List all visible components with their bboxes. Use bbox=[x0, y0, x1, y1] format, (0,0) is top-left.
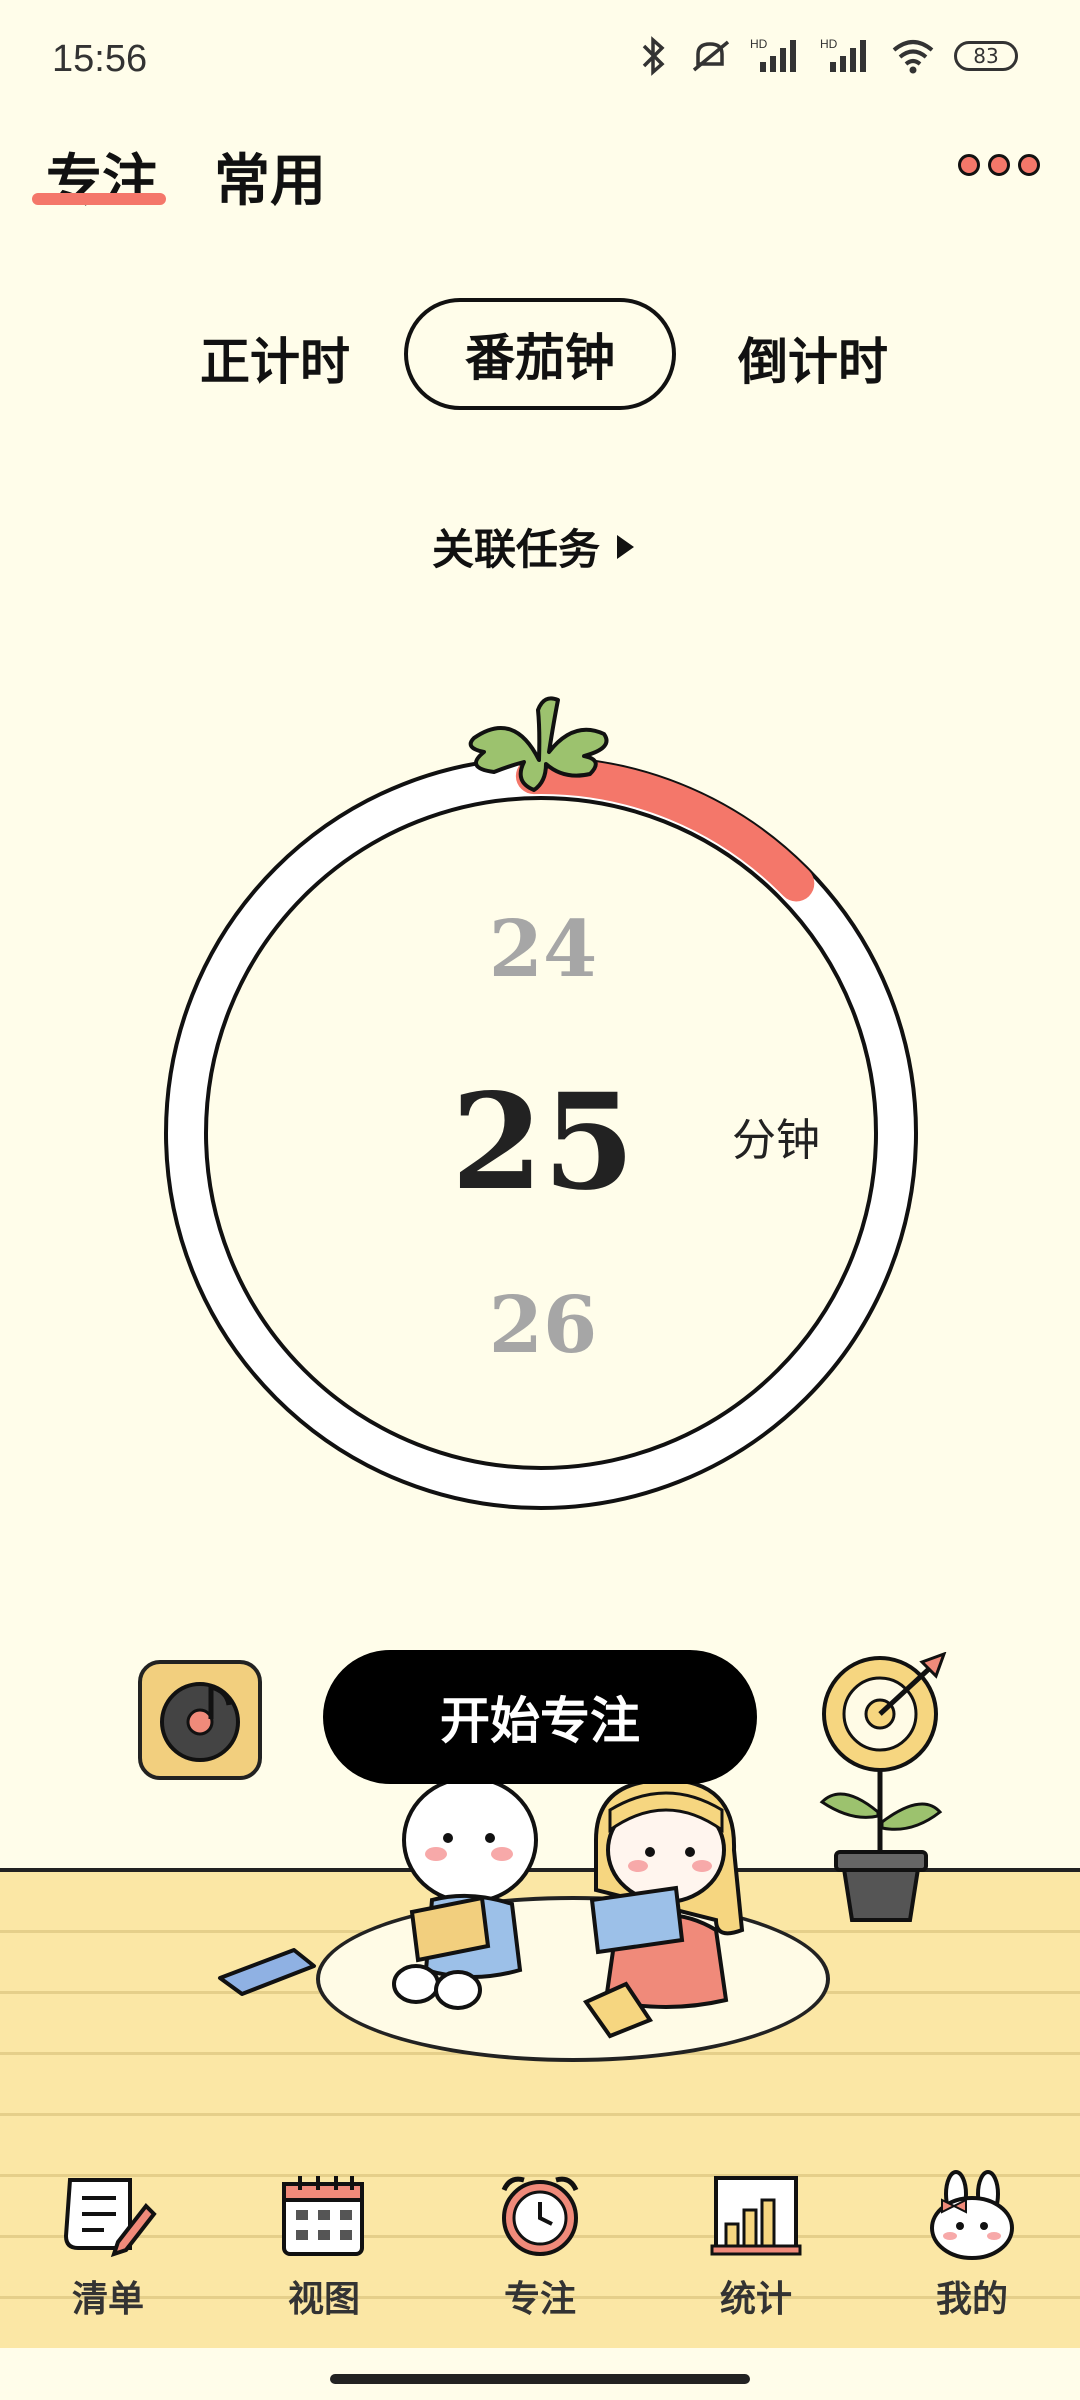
more-dot-icon bbox=[1018, 154, 1040, 176]
more-dot-icon bbox=[958, 154, 980, 176]
nav-label-list: 清单 bbox=[71, 2278, 144, 2320]
tab-common[interactable]: 常用 bbox=[214, 136, 326, 217]
nav-item-stats[interactable]: 统计 bbox=[666, 2170, 846, 2350]
checklist-icon bbox=[63, 2178, 157, 2258]
character-reading-icon bbox=[392, 1776, 538, 2010]
more-dot-icon bbox=[988, 154, 1010, 176]
mode-countdown[interactable]: 倒计时 bbox=[738, 322, 888, 394]
timer-value: 25 bbox=[451, 1065, 635, 1220]
calendar-icon bbox=[282, 2176, 364, 2256]
signal-icon: HD bbox=[750, 37, 796, 72]
bar-chart-icon bbox=[710, 2176, 802, 2256]
battery-indicator: 83 bbox=[954, 41, 1018, 71]
mode-pomodoro-label: 番茄钟 bbox=[465, 328, 615, 387]
active-tab-underline bbox=[32, 193, 166, 205]
book-icon bbox=[218, 1948, 316, 1996]
start-focus-button[interactable]: 开始专注 bbox=[323, 1650, 757, 1784]
timer-prev-value: 24 bbox=[488, 904, 598, 995]
home-indicator[interactable] bbox=[330, 2374, 750, 2384]
nav-label-focus: 专注 bbox=[503, 2278, 576, 2320]
mute-icon bbox=[692, 40, 730, 72]
vinyl-music-icon bbox=[160, 1682, 240, 1762]
nav-item-focus[interactable]: 专注 bbox=[450, 2170, 630, 2350]
nav-label-stats: 统计 bbox=[719, 2278, 792, 2320]
linked-task-label: 关联任务 bbox=[432, 525, 601, 574]
more-menu-button[interactable] bbox=[958, 154, 1040, 176]
status-time: 15:56 bbox=[52, 38, 148, 80]
nav-item-view[interactable]: 视图 bbox=[234, 2170, 414, 2350]
bottom-nav: 清单 视图 专注 统计 我的 bbox=[0, 2170, 1080, 2350]
svg-text:HD: HD bbox=[750, 37, 768, 51]
wifi-icon bbox=[892, 40, 934, 74]
timer-next-value: 26 bbox=[488, 1280, 598, 1371]
mode-count-up[interactable]: 正计时 bbox=[200, 322, 350, 394]
svg-text:HD: HD bbox=[820, 37, 838, 51]
music-button[interactable] bbox=[138, 1660, 262, 1780]
bunny-icon bbox=[930, 2170, 1014, 2260]
nav-label-view: 视图 bbox=[287, 2278, 360, 2320]
linked-task-button[interactable]: 关联任务 bbox=[432, 516, 636, 577]
mode-pomodoro-selected[interactable]: 番茄钟 bbox=[404, 298, 676, 410]
triangle-right-icon bbox=[617, 534, 635, 559]
nav-item-mine[interactable]: 我的 bbox=[882, 2170, 1062, 2350]
bluetooth-icon bbox=[642, 36, 665, 76]
timer-unit: 分钟 bbox=[732, 1115, 820, 1166]
nav-item-list[interactable]: 清单 bbox=[18, 2170, 198, 2350]
target-plant-icon bbox=[819, 1652, 947, 1922]
alarm-clock-icon bbox=[501, 2176, 579, 2256]
nav-label-mine: 我的 bbox=[935, 2278, 1008, 2320]
status-icons: HD HD 83 bbox=[636, 36, 1018, 76]
girl-reading-icon bbox=[582, 1777, 745, 2039]
signal-icon-2: HD bbox=[820, 37, 866, 72]
tomato-leaf-icon bbox=[468, 696, 609, 792]
